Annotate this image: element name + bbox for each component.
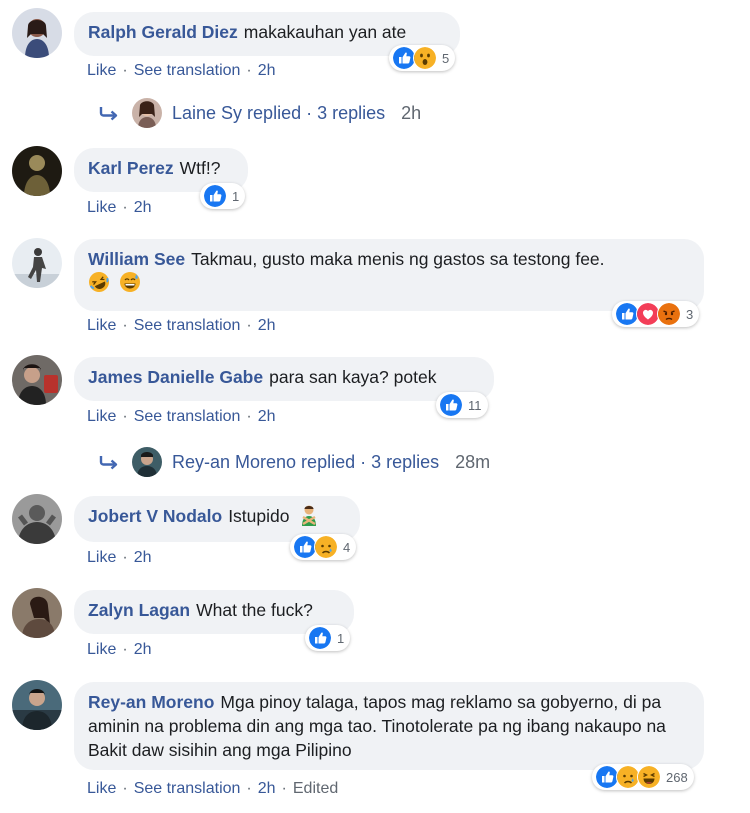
- comment-author-link[interactable]: James Danielle Gabe: [88, 367, 263, 387]
- avatar[interactable]: [12, 494, 62, 544]
- timestamp-link[interactable]: 2h: [134, 549, 152, 566]
- reply-arrow-icon: [98, 105, 120, 121]
- comment-bubble: William See Takmau, gusto maka menis ng g…: [74, 239, 704, 311]
- reply-avatar: [132, 98, 162, 128]
- like-icon: [203, 184, 227, 208]
- sad-icon: [314, 535, 338, 559]
- comment-author-link[interactable]: Rey-an Moreno: [88, 692, 214, 712]
- avatar[interactable]: [12, 146, 62, 196]
- reply-summary: Rey-an Moreno replied · 3 replies: [172, 451, 440, 472]
- comment-text: Istupido: [228, 506, 290, 526]
- comment-author-link[interactable]: Zalyn Lagan: [88, 600, 190, 620]
- see-translation-link[interactable]: See translation: [134, 780, 241, 797]
- comment-actions: Like · See translation · 2h: [87, 317, 276, 334]
- reply-avatar: [132, 447, 162, 477]
- rofl-emoji: [89, 272, 109, 292]
- reaction-summary[interactable]: 3: [612, 301, 700, 327]
- timestamp-link[interactable]: 2h: [258, 780, 276, 797]
- timestamp-link[interactable]: 2h: [258, 62, 276, 79]
- like-icon: [439, 393, 463, 417]
- avatar[interactable]: [12, 680, 62, 730]
- like-link[interactable]: Like: [87, 549, 116, 566]
- like-icon: [308, 626, 332, 650]
- like-link[interactable]: Like: [87, 780, 116, 797]
- wow-icon: [413, 46, 437, 70]
- comment-actions: Like · See translation · 2h: [87, 408, 276, 425]
- timestamp-link[interactable]: 2h: [258, 408, 276, 425]
- reaction-count: 11: [468, 397, 482, 413]
- comment-author-link[interactable]: William See: [88, 249, 185, 269]
- comment-bubble: Rey-an Moreno Mga pinoy talaga, tapos mag…: [74, 682, 704, 770]
- reaction-summary[interactable]: 268: [592, 764, 694, 790]
- reply-time: 2h: [401, 102, 422, 123]
- comment-author-link[interactable]: Karl Perez: [88, 158, 174, 178]
- avatar[interactable]: [12, 8, 62, 58]
- comment-actions: Like · See translation · 2h · Edited: [87, 780, 339, 797]
- reaction-summary[interactable]: 4: [290, 534, 357, 560]
- haha-icon: [637, 765, 661, 789]
- comment-author-link[interactable]: Jobert V Nodalo: [88, 506, 222, 526]
- reaction-count: 5: [442, 50, 450, 66]
- like-link[interactable]: Like: [87, 199, 116, 216]
- reaction-count: 268: [666, 769, 688, 785]
- like-link[interactable]: Like: [87, 317, 116, 334]
- reply-summary: Laine Sy replied · 3 replies: [172, 102, 386, 123]
- angry-icon: [657, 302, 681, 326]
- comment-text: Takmau, gusto maka menis ng gastos sa te…: [191, 249, 605, 269]
- reaction-summary[interactable]: 5: [389, 45, 456, 71]
- reaction-count: 1: [232, 188, 240, 204]
- grin-sweat-emoji: [119, 272, 140, 292]
- comment-author-link[interactable]: Ralph Gerald Diez: [88, 22, 238, 42]
- avatar[interactable]: [12, 355, 62, 405]
- see-translation-link[interactable]: See translation: [134, 408, 241, 425]
- like-link[interactable]: Like: [87, 62, 116, 79]
- timestamp-link[interactable]: 2h: [134, 641, 152, 658]
- reaction-summary[interactable]: 11: [436, 392, 488, 418]
- view-replies-link[interactable]: Laine Sy replied · 3 replies 2h: [98, 98, 421, 128]
- see-translation-link[interactable]: See translation: [134, 317, 241, 334]
- comment-text: makakauhan yan ate: [243, 22, 407, 42]
- comment-text: What the fuck?: [196, 600, 313, 620]
- comment-actions: Like · 2h: [87, 641, 152, 658]
- like-link[interactable]: Like: [87, 641, 116, 658]
- view-replies-link[interactable]: Rey-an Moreno replied · 3 replies 28m: [98, 447, 490, 477]
- timestamp-link[interactable]: 2h: [258, 317, 276, 334]
- reply-arrow-icon: [98, 454, 120, 470]
- comment-actions: Like · 2h: [87, 199, 152, 216]
- comment-text: para san kaya? potek: [269, 367, 437, 387]
- avatar[interactable]: [12, 238, 62, 288]
- comment-bubble: James Danielle Gabe para san kaya? potek: [74, 357, 494, 401]
- see-translation-link[interactable]: See translation: [134, 62, 241, 79]
- reply-time: 28m: [455, 451, 491, 472]
- reaction-count: 4: [343, 539, 351, 555]
- comment-actions: Like · See translation · 2h: [87, 62, 276, 79]
- comment-text: Wtf!?: [179, 158, 221, 178]
- timestamp-link[interactable]: 2h: [134, 199, 152, 216]
- man-gesturing-no-emoji: [302, 505, 317, 526]
- reaction-summary[interactable]: 1: [305, 625, 351, 651]
- comment-actions: Like · 2h: [87, 549, 152, 566]
- reaction-summary[interactable]: 1: [200, 183, 246, 209]
- like-link[interactable]: Like: [87, 408, 116, 425]
- reaction-count: 3: [686, 306, 694, 322]
- reaction-count: 1: [337, 630, 345, 646]
- edited-label: Edited: [292, 780, 339, 797]
- avatar[interactable]: [12, 588, 62, 638]
